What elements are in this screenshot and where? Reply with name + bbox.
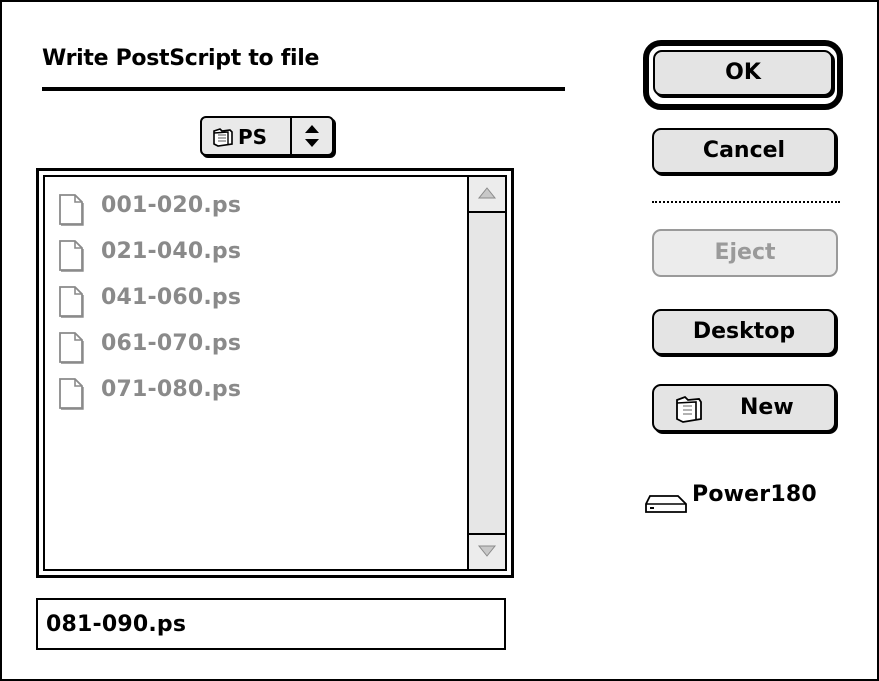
list-item[interactable]: 021-040.ps — [53, 229, 463, 275]
file-name: 071-080.ps — [101, 377, 242, 402]
file-name: 021-040.ps — [101, 239, 242, 264]
folder-icon — [213, 128, 233, 147]
file-name: 001-020.ps — [101, 193, 242, 218]
folder-popup-divider — [290, 118, 292, 154]
new-folder-label: New — [740, 395, 794, 420]
file-list-inner: 001-020.ps 021-040.ps 041-060.ps 061-070… — [43, 175, 507, 571]
up-down-arrows-icon — [305, 125, 319, 147]
folder-popup[interactable]: PS — [200, 116, 334, 156]
default-button-ring: OK — [643, 40, 843, 110]
file-name: 041-060.ps — [101, 285, 242, 310]
list-item[interactable]: 071-080.ps — [53, 367, 463, 413]
list-item[interactable]: 061-070.ps — [53, 321, 463, 367]
document-icon — [59, 286, 84, 318]
document-icon — [59, 378, 84, 410]
file-list: 001-020.ps 021-040.ps 041-060.ps 061-070… — [36, 168, 514, 578]
new-folder-icon — [676, 395, 702, 423]
volume-name: Power180 — [692, 482, 817, 507]
filename-input[interactable] — [46, 608, 486, 640]
save-dialog: Write PostScript to file PS 001-020.ps 0… — [0, 0, 879, 681]
cancel-button[interactable]: Cancel — [652, 128, 836, 174]
document-icon — [59, 332, 84, 364]
file-name: 061-070.ps — [101, 331, 242, 356]
desktop-button[interactable]: Desktop — [652, 309, 836, 355]
button-separator — [652, 201, 840, 203]
list-item[interactable]: 001-020.ps — [53, 183, 463, 229]
document-icon — [59, 194, 84, 226]
eject-button[interactable]: Eject — [652, 229, 838, 277]
new-folder-button[interactable]: New — [652, 384, 836, 432]
folder-popup-label: PS — [238, 125, 268, 149]
filename-field[interactable] — [36, 598, 506, 650]
scroll-down-button[interactable] — [469, 533, 505, 569]
scroll-down-arrow-icon — [477, 545, 497, 557]
hard-disk-icon — [645, 495, 687, 513]
scroll-up-arrow-icon — [477, 187, 497, 199]
title-underline — [42, 87, 565, 91]
list-item[interactable]: 041-060.ps — [53, 275, 463, 321]
ok-button[interactable]: OK — [653, 50, 833, 96]
volume-indicator: Power180 — [644, 476, 854, 516]
dialog-title: Write PostScript to file — [42, 46, 320, 71]
list-scrollbar[interactable] — [467, 177, 505, 569]
scroll-up-button[interactable] — [469, 177, 505, 213]
document-icon — [59, 240, 84, 272]
